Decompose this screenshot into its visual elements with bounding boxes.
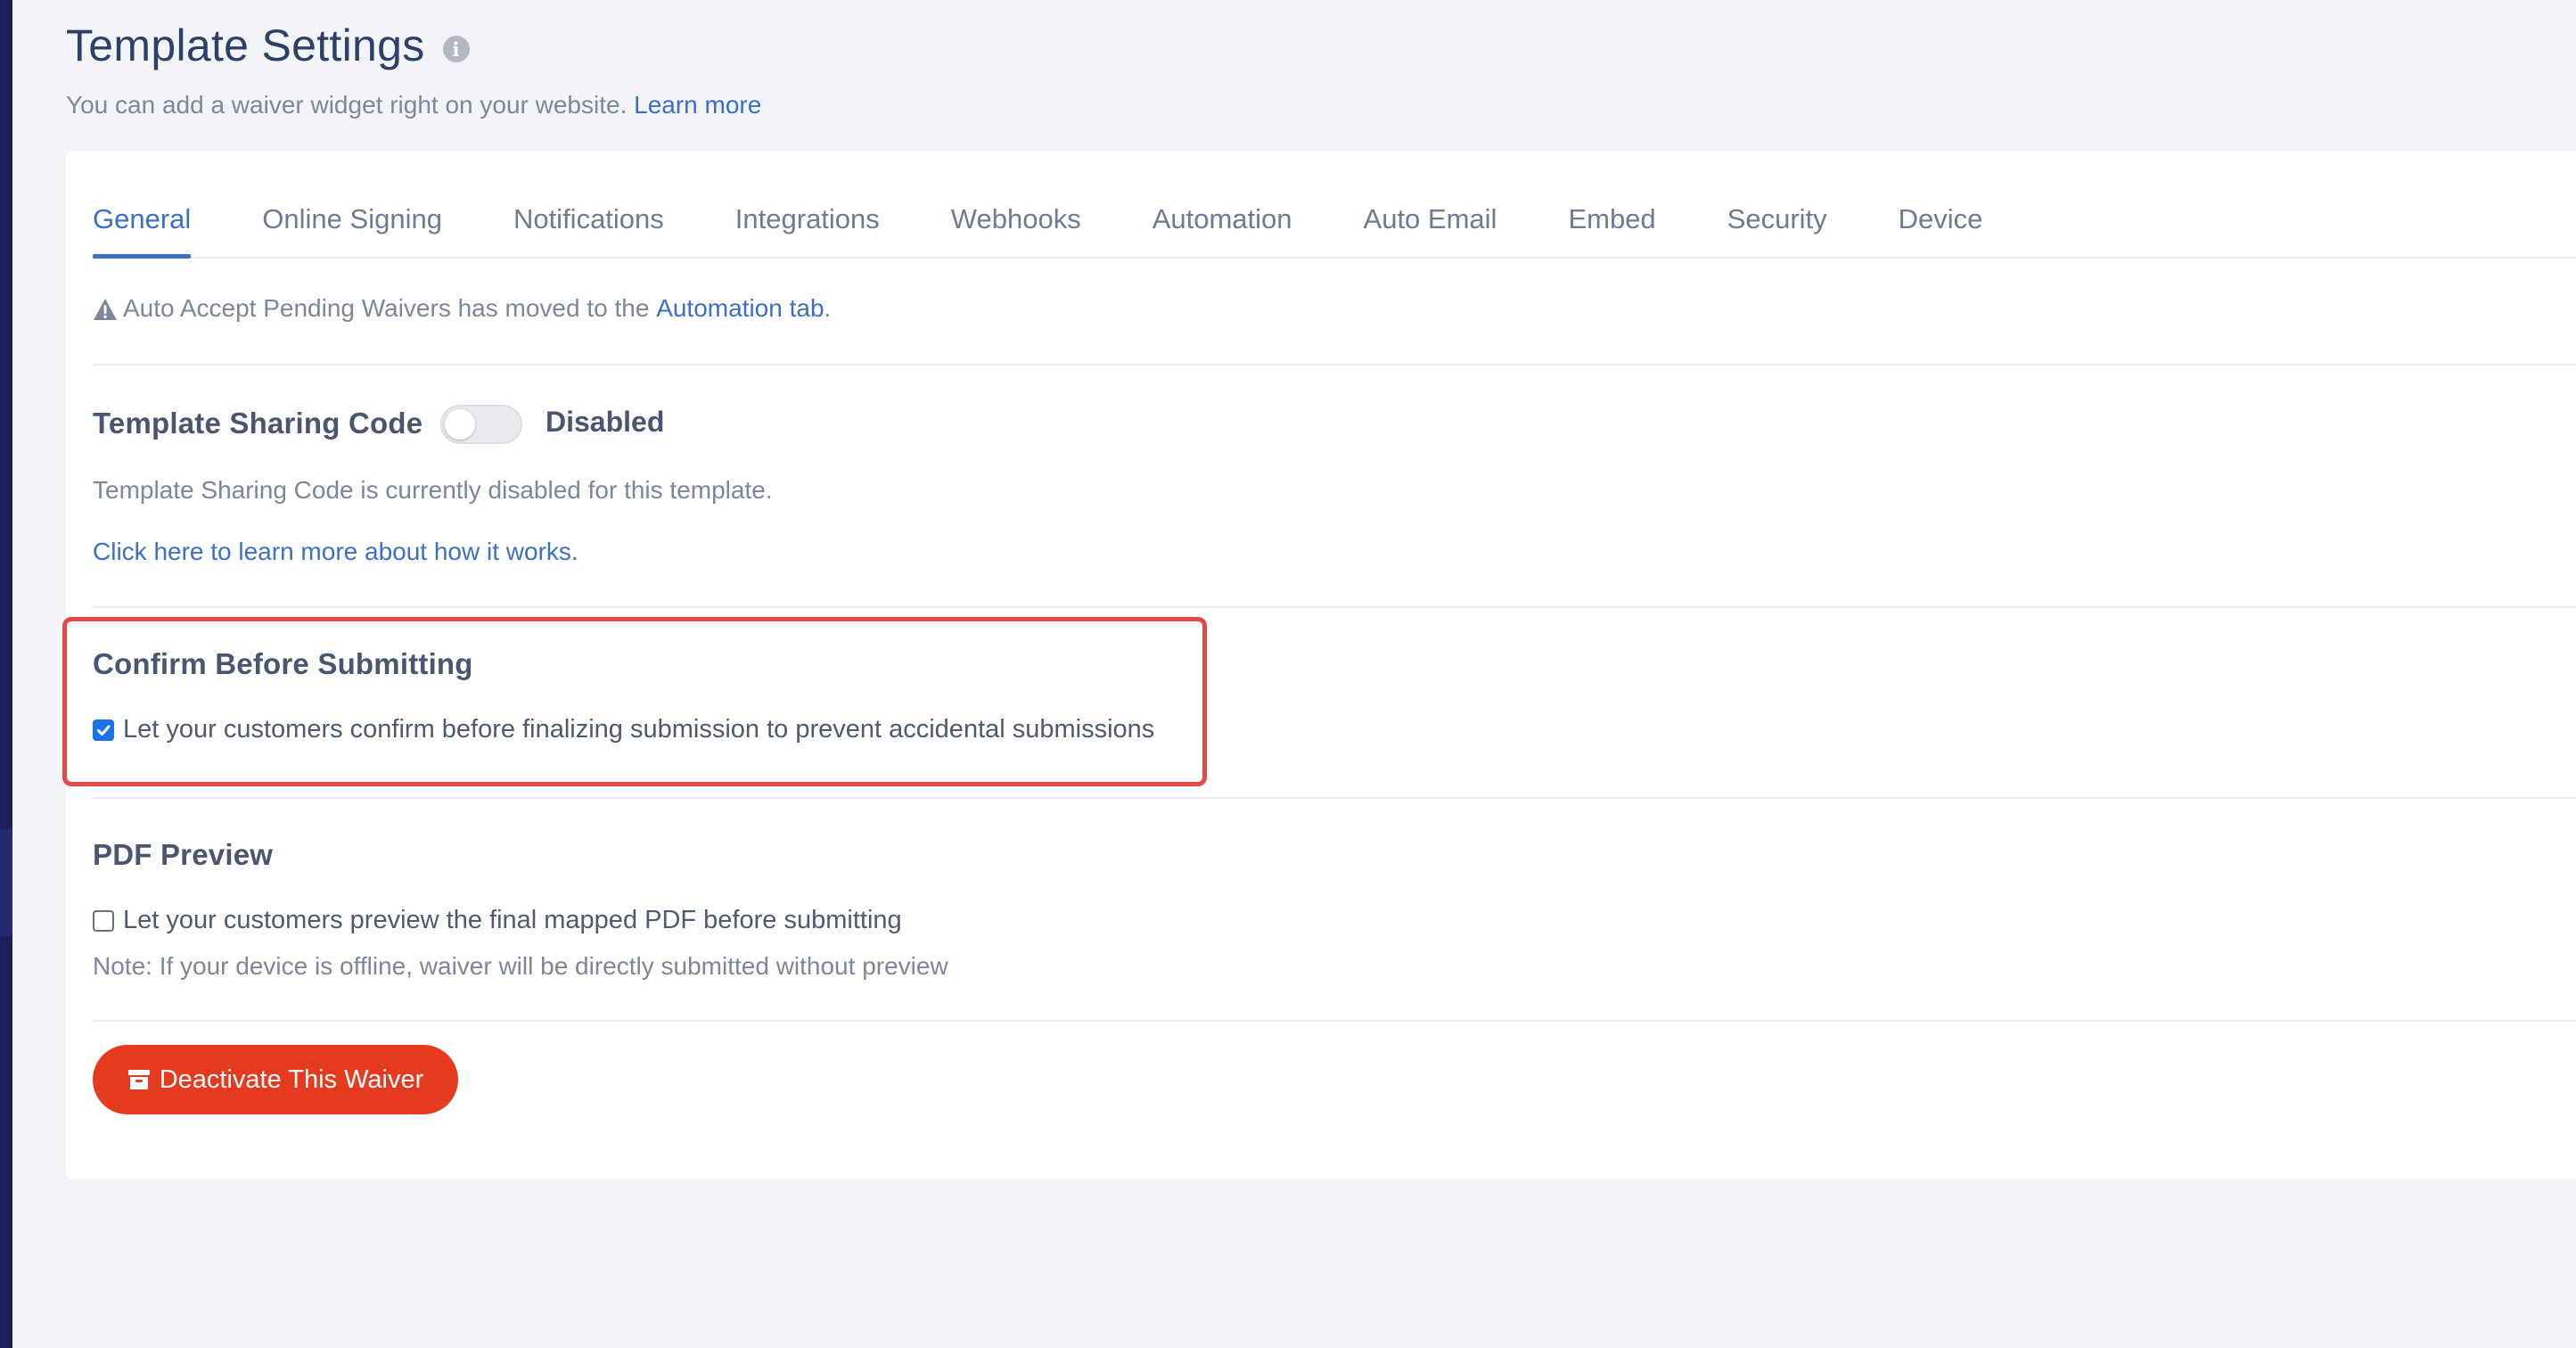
settings-card: General Online Signing Notifications Int… [62,152,2576,1179]
tab-auto-email[interactable]: Auto Email [1364,203,1497,257]
info-icon[interactable]: i [442,36,470,62]
pdf-preview-note: Note: If your device is offline, waiver … [93,952,948,980]
subtitle-text: You can add a waiver widget right on you… [66,91,628,119]
highlight-box [62,617,1207,786]
divider [93,1020,2576,1022]
template-sharing-toggle[interactable] [440,405,522,444]
tab-general[interactable]: General [93,203,192,259]
automation-notice: Auto Accept Pending Waivers has moved to… [93,294,831,323]
confirm-option-row: Let your customers confirm before finali… [93,715,1154,744]
checkmark-icon [97,725,111,736]
sharing-description: Template Sharing Code is currently disab… [93,476,773,504]
page: Template Settings i You can add a waiver… [62,0,2576,1348]
divider [93,364,2576,366]
pdf-preview-checkbox[interactable] [93,909,114,932]
tab-device[interactable]: Device [1899,203,1983,257]
page-title: Template Settings [66,21,425,70]
divider [93,606,2576,608]
tab-integrations[interactable]: Integrations [735,203,880,257]
archive-icon [127,1070,150,1089]
sidebar-edge-notch [0,829,12,936]
tab-embed[interactable]: Embed [1568,203,1655,257]
deactivate-label[interactable]: Deactivate This Waiver [160,1065,424,1095]
left-sidebar-edge [0,0,12,1348]
tab-online-signing[interactable]: Online Signing [262,203,442,257]
tab-bar: General Online Signing Notifications Int… [93,152,2576,259]
confirm-option-label[interactable]: Let your customers confirm before finali… [123,715,1154,744]
learn-more-link[interactable]: Learn more [634,91,761,119]
notice-suffix: . [824,294,832,322]
notice-text: Auto Accept Pending Waivers has moved to… [123,294,650,322]
divider [93,797,2576,799]
confirm-before-submitting-label: Confirm Before Submitting [93,647,473,680]
tab-automation[interactable]: Automation [1153,203,1292,257]
deactivate-waiver-button[interactable]: Deactivate This Waiver [93,1045,458,1114]
pdf-preview-label: PDF Preview [93,838,274,871]
template-sharing-code-label: Template Sharing Code [93,407,423,440]
confirm-checkbox[interactable] [93,719,114,741]
pdf-preview-option-row: Let your customers preview the final map… [93,906,902,935]
sharing-learn-more-link[interactable]: Click here to learn more about how it wo… [93,538,578,566]
toggle-state-label: Disabled [546,406,665,438]
page-subtitle: You can add a waiver widget right on you… [66,91,761,119]
tab-webhooks[interactable]: Webhooks [951,203,1081,257]
warning-icon [94,299,117,320]
automation-tab-link[interactable]: Automation tab [656,294,824,323]
title-row: Template Settings i [66,20,470,71]
tab-notifications[interactable]: Notifications [513,203,664,257]
toggle-knob [445,409,475,440]
pdf-preview-option-label[interactable]: Let your customers preview the final map… [123,906,902,935]
tab-security[interactable]: Security [1727,203,1827,257]
